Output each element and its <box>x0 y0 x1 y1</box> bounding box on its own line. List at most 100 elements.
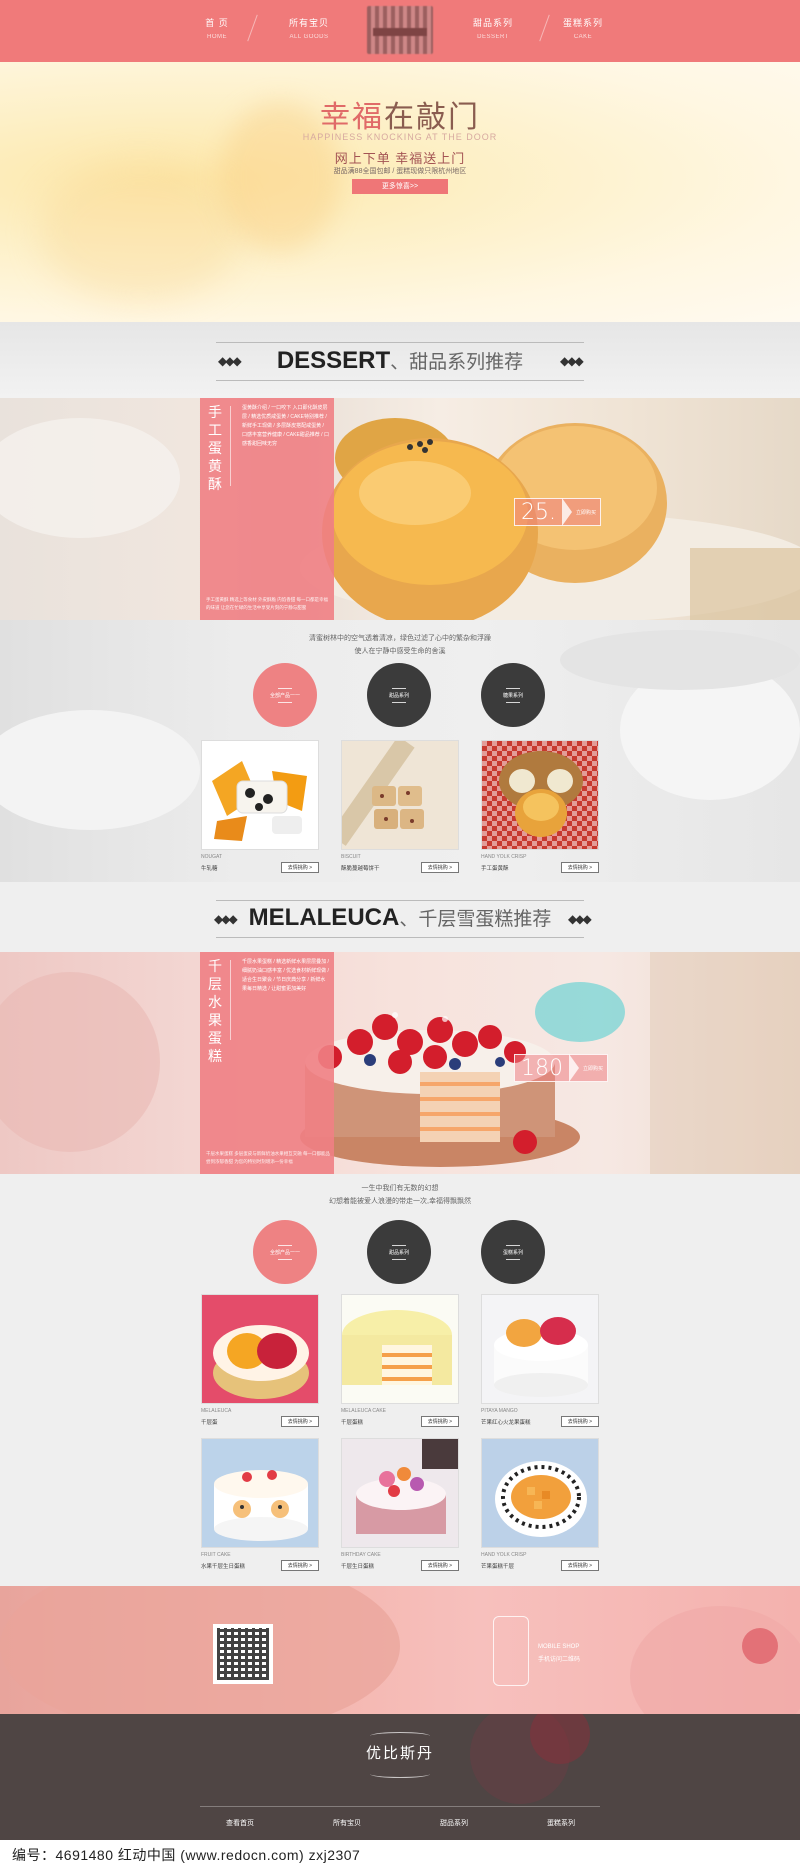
view-product-button[interactable]: 去情挑购 > <box>420 862 459 873</box>
nav-cake-en: CAKE <box>573 34 593 40</box>
product-image[interactable] <box>201 1294 319 1404</box>
footer-link-dessert[interactable]: 甜品系列 <box>399 1818 509 1828</box>
product-name: 芒果蛋糕千层 <box>481 1563 515 1570</box>
view-product-button[interactable]: 去情挑购 > <box>280 1416 319 1427</box>
footer-link-all-goods[interactable]: 所有宝贝 <box>292 1818 402 1828</box>
view-product-button[interactable]: 去情挑购 > <box>560 862 599 873</box>
all-products-circle[interactable]: 全部产品一一 <box>253 663 317 727</box>
product-name: 千层生日蛋糕 <box>341 1563 375 1570</box>
product-name: 水果千层生日蛋糕 <box>201 1563 246 1570</box>
mobile-shop-label: MOBILE SHOP <box>538 1644 580 1650</box>
product-name: 手工蛋黄酥 <box>481 865 509 872</box>
product-image[interactable] <box>201 740 319 850</box>
cake-image <box>482 1439 598 1547</box>
section-title-cn: 、千层雪蛋糕推荐 <box>399 909 552 930</box>
product-card-biscuit[interactable]: BISCUIT 酥脆蔓越莓饼干 去情挑购 > <box>341 740 459 873</box>
price-tag[interactable]: 25. 立即购买 <box>514 498 602 526</box>
arrow-right-icon <box>569 1054 579 1082</box>
panel-divider <box>230 406 231 486</box>
product-card-melaleuca[interactable]: MELALEUCA 千层蛋 去情挑购 > <box>201 1294 319 1427</box>
pastry-illustration <box>0 418 800 620</box>
circle-dash <box>278 1258 292 1260</box>
product-image[interactable] <box>341 1294 459 1404</box>
arrow-right-icon <box>562 498 572 526</box>
hero-background-shape <box>40 162 240 302</box>
banner-description: 蛋黄酥介绍 / 一口咬下 入口即化酥皮层层 / 精选优质咸蛋黄 / CAKE特别… <box>242 405 329 447</box>
view-product-button[interactable]: 去情挑购 > <box>420 1560 459 1571</box>
header-rule <box>216 937 584 938</box>
view-product-button[interactable]: 去情挑购 > <box>560 1560 599 1571</box>
top-nav: 首 页 HOME 所有宝贝 ALL GOODS 甜品系列 DESSERT 蛋糕系… <box>0 0 800 62</box>
shop-logo[interactable] <box>367 6 433 54</box>
view-product-button[interactable]: 去情挑购 > <box>280 1560 319 1571</box>
product-card-melaleuca-cake[interactable]: MELALEUCA CAKE 千层蛋糕 去情挑购 > <box>341 1294 459 1427</box>
hero-shipping-note: 甜品满88全国包邮 / 蛋糕现做只限杭州地区 <box>333 168 467 175</box>
view-product-button[interactable]: 去情挑购 > <box>280 862 319 873</box>
footer-brand: 优比斯丹 <box>365 1744 434 1762</box>
circle-dash <box>506 701 520 703</box>
mobile-qr-label: 手机访问二维码 <box>538 1657 581 1663</box>
view-product-button[interactable]: 去情挑购 > <box>560 1416 599 1427</box>
nav-all-goods[interactable]: 所有宝贝 ALL GOODS <box>254 16 364 40</box>
circle-label: 糖果系列 <box>502 692 523 699</box>
more-surprises-button[interactable]: 更多惊喜>> <box>352 179 448 194</box>
all-products-circle[interactable]: 全部产品一一 <box>253 1220 317 1284</box>
shop-homepage: 首 页 HOME 所有宝贝 ALL GOODS 甜品系列 DESSERT 蛋糕系… <box>0 0 800 1867</box>
product-image[interactable] <box>481 1438 599 1548</box>
dessert-series-circle[interactable]: 甜品系列 <box>367 663 431 727</box>
candy-series-circle[interactable]: 糖果系列 <box>481 663 545 727</box>
cake-image <box>482 1295 598 1403</box>
hero-subtitle-en: HAPPINESS KNOCKING AT THE DOOR <box>302 132 498 142</box>
product-name: 酥脆蔓越莓饼干 <box>341 865 380 872</box>
product-image[interactable] <box>341 1438 459 1548</box>
price-value: 180 <box>521 1055 563 1081</box>
footer-link-cake[interactable]: 蛋糕系列 <box>506 1818 616 1828</box>
circle-dash <box>506 1244 520 1246</box>
banner-footnote: 千层水果蛋糕 多层蛋皮与新鲜奶油水果相互交融 每一口都能品尝到浓郁香甜 为您的特… <box>206 1151 330 1164</box>
hero-title-rest: 在敲门 <box>384 100 480 135</box>
circle-label: 甜品系列 <box>388 692 409 699</box>
price-buy-label: 立即购买 <box>576 509 597 516</box>
header-rule <box>216 900 584 901</box>
product-name: 牛轧糖 <box>201 865 218 872</box>
product-card-pitaya-mango[interactable]: PITAYA MANGO 芒果红心火龙果蛋糕 去情挑购 > <box>481 1294 599 1427</box>
hero-title: 幸福在敲门 <box>0 92 800 136</box>
banner-description: 千层水果蛋糕 / 精选新鲜水果层层叠加 / 细腻奶油口感丰富 / 优选食材新鲜现… <box>242 959 329 992</box>
circle-label: 蛋糕系列 <box>502 1249 523 1256</box>
hero-slogan: 网上下单 幸福送上门 <box>334 151 466 166</box>
footer-divider <box>200 1806 600 1807</box>
image-credit: 编号：4691480 红动中国 (www.redocn.com) zxj2307 <box>0 1840 800 1867</box>
intro-line: 一生中我们有无数的幻想 <box>361 1185 439 1192</box>
product-row: 酥脆蔓越莓饼干 去情挑购 > <box>341 862 459 873</box>
cake-image <box>342 1295 458 1403</box>
product-card-yolk-crisp[interactable]: HAND YOLK CRISP 手工蛋黄酥 去情挑购 > <box>481 740 599 873</box>
product-image[interactable] <box>481 1294 599 1404</box>
section-title-en: DESSERT <box>276 347 391 374</box>
view-product-button[interactable]: 去情挑购 > <box>420 1416 459 1427</box>
product-image[interactable] <box>341 740 459 850</box>
panel-divider <box>230 960 231 1040</box>
product-card-birthday-cake[interactable]: BIRTHDAY CAKE 千层生日蛋糕 去情挑购 > <box>341 1438 459 1571</box>
footer-link-home[interactable]: 查看首页 <box>185 1818 295 1828</box>
nav-cake[interactable]: 蛋糕系列 CAKE <box>528 16 638 40</box>
product-card-nougat[interactable]: NOUGAT 牛轧糖 去情挑购 > <box>201 740 319 873</box>
banner-info-panel: 千层水果蛋糕 千层水果蛋糕 / 精选新鲜水果层层叠加 / 细腻奶油口感丰富 / … <box>200 952 334 1174</box>
cake-series-circle[interactable]: 蛋糕系列 <box>481 1220 545 1284</box>
ornament-icon <box>370 1732 430 1740</box>
header-rule <box>216 342 584 343</box>
product-row: 芒果蛋糕千层 去情挑购 > <box>481 1560 599 1571</box>
product-image[interactable] <box>481 740 599 850</box>
product-card-mango-cake[interactable]: HAND YOLK CRISP 芒果蛋糕千层 去情挑购 > <box>481 1438 599 1571</box>
egg-yolk-pastry-banner[interactable]: 手工蛋黄酥 蛋黄酥介绍 / 一口咬下 入口即化酥皮层层 / 精选优质咸蛋黄 / … <box>0 398 800 620</box>
intro-line: 幻想着能被爱人浪漫的带走一次,幸福得飘飘然 <box>329 1198 471 1205</box>
circle-dash <box>278 687 292 689</box>
dessert-series-circle[interactable]: 甜品系列 <box>367 1220 431 1284</box>
qr-code[interactable] <box>213 1624 273 1684</box>
product-card-fruit-cake[interactable]: FRUIT CAKE 水果千层生日蛋糕 去情挑购 > <box>201 1438 319 1571</box>
fruit-cake-banner[interactable]: 千层水果蛋糕 千层水果蛋糕 / 精选新鲜水果层层叠加 / 细腻奶油口感丰富 / … <box>0 952 800 1174</box>
price-tag[interactable]: 180 立即购买 <box>514 1054 609 1082</box>
banner-vertical-title: 千层水果蛋糕 <box>208 959 222 1065</box>
product-image[interactable] <box>201 1438 319 1548</box>
circle-dash <box>506 1258 520 1260</box>
nav-all-goods-label: 所有宝贝 <box>288 18 329 28</box>
